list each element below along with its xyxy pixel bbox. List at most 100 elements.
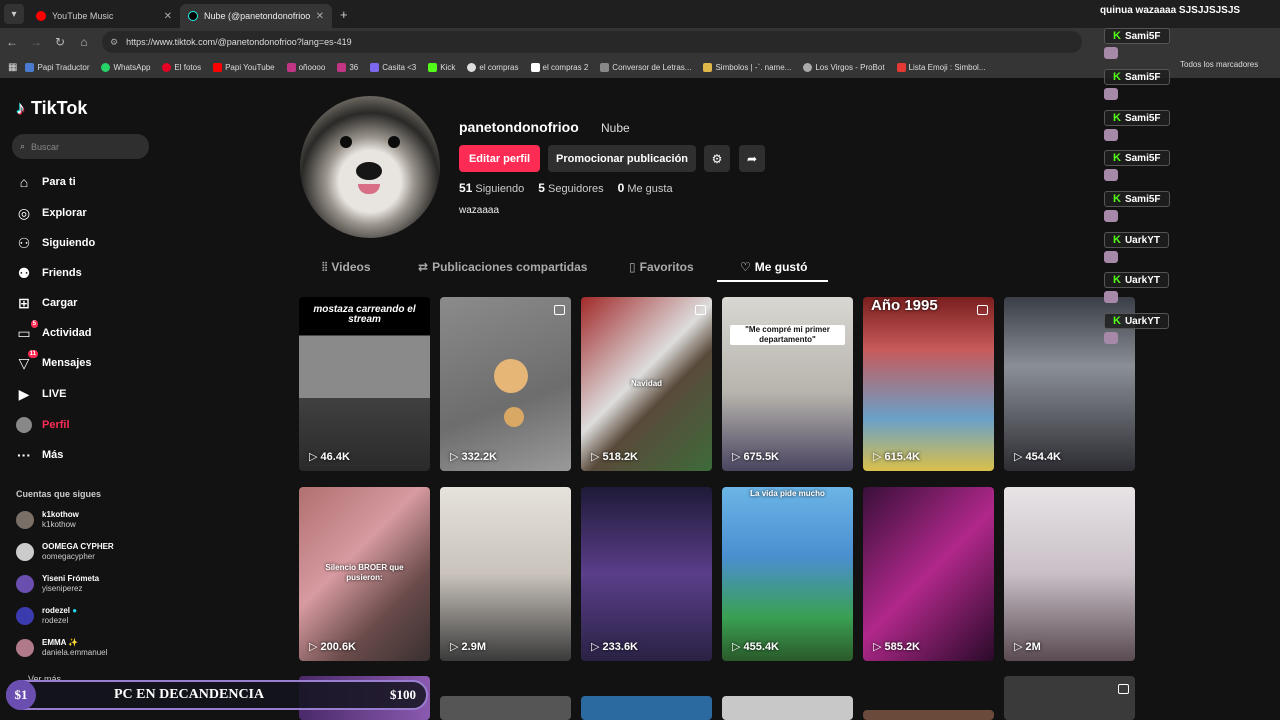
user-follow-icon: ⚇ — [17, 234, 31, 251]
live-icon: ▶ — [18, 385, 30, 402]
play-icon: ▷ — [309, 641, 318, 653]
photo-post-icon — [695, 305, 706, 315]
following-stat[interactable]: 51 Siguiendo — [459, 181, 524, 195]
bookmark[interactable]: Casita <3 — [366, 62, 420, 72]
notification-badge: 5 — [30, 320, 38, 328]
bookmarks-bar: ▦ Papi Traductor WhatsApp El fotos Papi … — [0, 56, 1280, 78]
followers-stat[interactable]: 5 Seguidores — [538, 181, 603, 195]
video-thumbnail[interactable]: Año 1995 ▷ 615.4K — [863, 297, 994, 471]
chat-message: K Sami5F — [1104, 69, 1170, 85]
followed-account[interactable]: OOMEGA CYPHER oomegacypher — [16, 542, 114, 562]
sidebar-item-mas[interactable]: ··· Más — [16, 447, 63, 463]
bookmark[interactable]: WhatsApp — [97, 62, 154, 72]
profile-bio: wazaaaa — [459, 205, 500, 216]
bookmark[interactable]: Kick — [424, 62, 459, 72]
bookmark[interactable]: El fotos — [158, 62, 205, 72]
video-thumbnail[interactable]: ▷ 2M — [1004, 487, 1135, 661]
bookmark[interactable]: el compras 2 — [527, 62, 593, 72]
chat-message: K UarkYT — [1104, 272, 1169, 288]
sidebar-item-friends[interactable]: ⚉ Friends — [16, 265, 82, 281]
edit-profile-button[interactable]: Editar perfil — [459, 145, 540, 172]
bookmark[interactable]: Conversor de Letras... — [596, 62, 695, 72]
video-thumbnail[interactable]: La vida pide mucho ▷ 455.4K — [722, 487, 853, 661]
video-thumbnail[interactable]: mostaza carreando el stream ▷ 46.4K — [299, 297, 430, 471]
bookmark-folder[interactable]: Simbolos | -`. name... — [699, 62, 795, 72]
bookmark[interactable]: 36 — [333, 62, 362, 72]
profile-avatar[interactable] — [300, 96, 440, 238]
video-thumbnail[interactable]: ▷ 585.2K — [863, 487, 994, 661]
sidebar-item-actividad[interactable]: ▭ 5 Actividad — [16, 320, 92, 341]
bookmark[interactable]: Lista Emoji : Simbol... — [893, 62, 990, 72]
video-thumbnail[interactable] — [722, 696, 853, 720]
goal-start-value: $1 — [6, 680, 36, 710]
home-browser-icon[interactable]: ⌂ — [72, 35, 96, 49]
bookmark[interactable]: Papi Traductor — [21, 62, 93, 72]
settings-gear-icon[interactable]: ⚙ — [704, 145, 730, 172]
browser-tab-tiktok[interactable]: Nube (@panetondonofrioo) | T ✕ — [180, 4, 332, 28]
followed-account[interactable]: rodezel ● rodezel — [16, 606, 77, 626]
new-tab-button[interactable]: + — [332, 7, 356, 28]
sidebar-item-para-ti[interactable]: ⌂ Para ti — [16, 174, 76, 190]
photo-post-icon — [554, 305, 565, 315]
promote-post-button[interactable]: Promocionar publicación — [548, 145, 696, 172]
video-thumbnail[interactable]: ▷ 2.9M — [440, 487, 571, 661]
profile-icon — [16, 417, 32, 433]
emote-icon — [1104, 332, 1118, 344]
likes-stat: 0 Me gusta — [617, 181, 673, 195]
goal-title: PC EN DECANDENCIA — [114, 687, 265, 702]
share-icon[interactable]: ➦ — [739, 145, 765, 172]
site-info-icon[interactable]: ⚙ — [110, 37, 118, 48]
sidebar-item-live[interactable]: ▶ LIVE — [16, 385, 67, 402]
browser-tab-youtube-music[interactable]: YouTube Music ✕ — [28, 4, 180, 28]
play-icon: ▷ — [1014, 641, 1023, 653]
close-icon[interactable]: ✕ — [316, 11, 324, 22]
kick-icon: K — [1113, 71, 1121, 83]
tiktok-icon — [188, 11, 198, 21]
tab-videos[interactable]: ⦙⦙ Videos — [322, 260, 371, 275]
bookmark[interactable]: Los Virgos - ProBot — [799, 62, 888, 72]
video-thumbnail[interactable]: ▷ 332.2K — [440, 297, 571, 471]
tab-liked[interactable]: ♡ Me gustó — [740, 260, 807, 274]
video-thumbnail[interactable] — [863, 710, 994, 720]
address-toolbar: ← → ↻ ⌂ ⚙ https://www.tiktok.com/@paneto… — [0, 28, 1280, 56]
play-icon: ▷ — [450, 451, 459, 463]
forward-icon[interactable]: → — [24, 35, 48, 49]
sidebar-item-mensajes[interactable]: ▽ 11 Mensajes — [16, 350, 92, 371]
video-thumbnail[interactable] — [581, 696, 712, 720]
tab-reposts[interactable]: ⇄ Publicaciones compartidas — [418, 260, 587, 274]
followed-account[interactable]: k1kothow k1kothow — [16, 510, 79, 530]
bookmark[interactable]: Papi YouTube — [209, 62, 279, 72]
sidebar-item-perfil[interactable]: Perfil — [16, 417, 70, 433]
tab-search-dropdown[interactable]: ▾ — [4, 4, 24, 24]
tab-favorites[interactable]: ▯ Favoritos — [629, 260, 694, 274]
tiktok-logo[interactable]: ♪ TikTok — [16, 98, 87, 119]
video-thumbnail[interactable]: ▷ 233.6K — [581, 487, 712, 661]
tab-title: YouTube Music — [52, 11, 114, 21]
sidebar-item-explorar[interactable]: ◎ Explorar — [16, 205, 87, 221]
video-thumbnail[interactable]: Navidad ▷ 518.2K — [581, 297, 712, 471]
close-icon[interactable]: ✕ — [164, 11, 172, 22]
video-thumbnail[interactable]: "Me compré mi primer departamento" ▷ 675… — [722, 297, 853, 471]
followed-account[interactable]: EMMA ✨ daniela.emmanuel — [16, 638, 107, 658]
play-icon: ▷ — [450, 641, 459, 653]
video-thumbnail[interactable]: Silencio BROER que pusieron: ▷ 200.6K — [299, 487, 430, 661]
search-input[interactable]: ⌕ Buscar — [12, 134, 149, 159]
bookmark[interactable]: el compras — [463, 62, 522, 72]
bookmark[interactable]: oñoooo — [283, 62, 330, 72]
search-icon: ⌕ — [20, 141, 26, 151]
profile-stats: 51 Siguiendo 5 Seguidores 0 Me gusta — [459, 181, 673, 195]
video-thumbnail[interactable] — [440, 696, 571, 720]
video-thumbnail[interactable] — [1004, 676, 1135, 720]
bookmark-icon: ▯ — [629, 260, 636, 274]
play-icon: ▷ — [309, 451, 318, 463]
verified-icon: ● — [72, 606, 78, 615]
apps-grid-icon[interactable]: ▦ — [8, 62, 17, 73]
followed-account[interactable]: Yiseni Frómeta yiseniperez — [16, 574, 99, 594]
tiktok-note-icon: ♪ — [16, 98, 25, 118]
reload-icon[interactable]: ↻ — [48, 35, 72, 49]
url-bar[interactable]: ⚙ https://www.tiktok.com/@panetondonofri… — [102, 31, 1082, 53]
sidebar-item-siguiendo[interactable]: ⚇ Siguiendo — [16, 235, 95, 251]
upload-icon: ⊞ — [18, 294, 30, 311]
back-icon[interactable]: ← — [0, 35, 24, 49]
sidebar-item-cargar[interactable]: ⊞ Cargar — [16, 295, 77, 311]
